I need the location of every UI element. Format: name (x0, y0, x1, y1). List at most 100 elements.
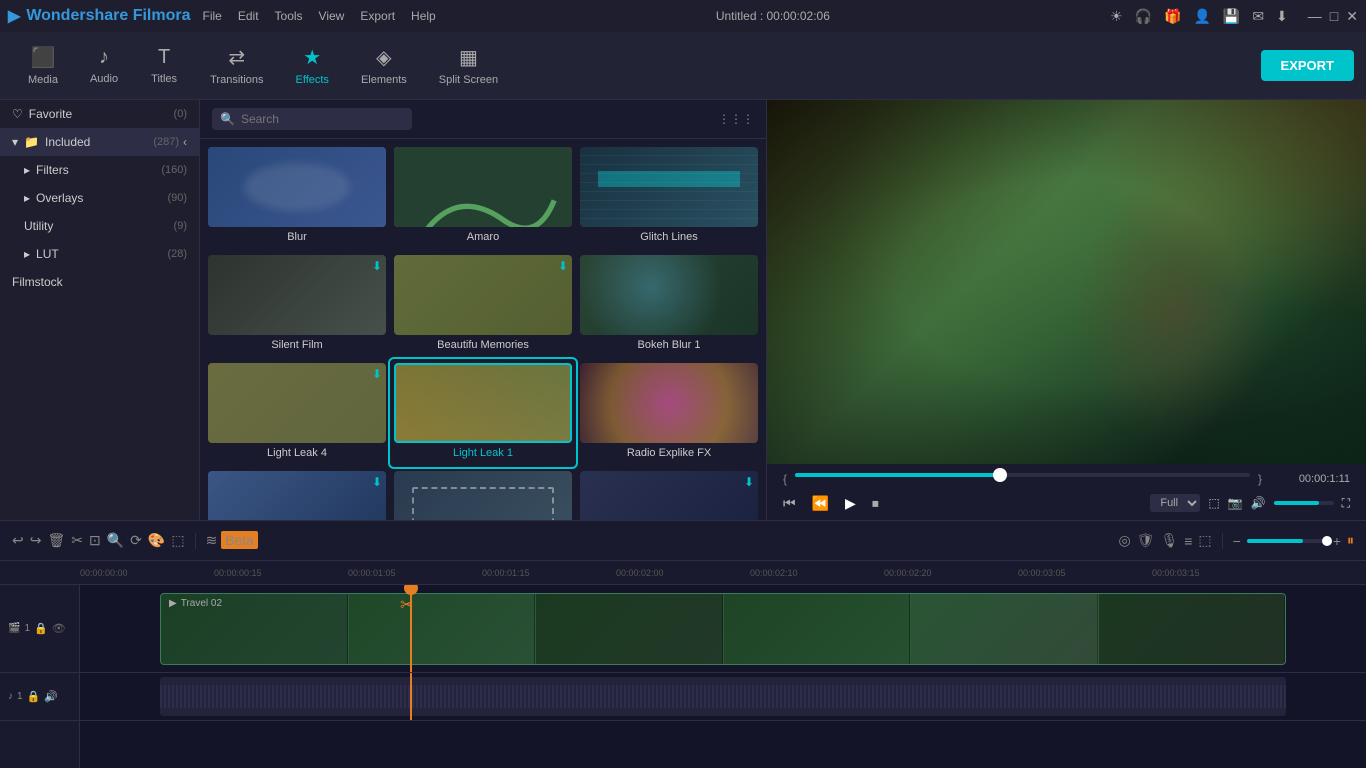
effect-thumb6[interactable]: ⬇ (576, 467, 762, 520)
transform-button[interactable]: ⟳ (130, 532, 142, 549)
playback-row: ⏮ ⏪ ▶ ⏹ Full 1/2 1/4 ⬚ 📷 🔊 (783, 494, 1350, 512)
audio-wave-button[interactable]: ≋ Beta (206, 532, 258, 549)
split-screen-icon: ▦ (459, 45, 478, 70)
menu-view[interactable]: View (319, 9, 345, 23)
gift-icon[interactable]: 🎁 (1164, 8, 1181, 25)
play-button[interactable]: ▶ (845, 495, 856, 512)
sidebar-filters[interactable]: ▸ Filters (160) (0, 156, 199, 184)
select-button[interactable]: ⬚ (171, 532, 184, 549)
prev-frame-button[interactable]: ⏪ (812, 495, 829, 512)
search-input[interactable] (241, 112, 404, 126)
effect-light4[interactable]: ⬇ Light Leak 4 (204, 359, 390, 467)
volume-fill (1274, 501, 1319, 505)
search-box[interactable]: 🔍 (212, 108, 412, 130)
pause-all-button[interactable]: ⏸ (1347, 532, 1354, 549)
toolbar-transitions-label: Transitions (210, 74, 263, 86)
step-back-button[interactable]: ⏮ (783, 495, 796, 512)
track-lock-icon[interactable]: 🔒 (34, 622, 48, 635)
menu-help[interactable]: Help (411, 9, 436, 23)
effect-radio[interactable]: Radio Explike FX (576, 359, 762, 467)
user-icon[interactable]: 👤 (1193, 8, 1210, 25)
beta-badge: Beta (221, 531, 258, 549)
effect-thumb5[interactable] (390, 467, 576, 520)
toolbar: ⬛ Media ♪ Audio T Titles ⇄ Transitions ★… (0, 32, 1366, 100)
stop-button[interactable]: ⏹ (872, 495, 879, 512)
minimize-button[interactable]: — (1308, 8, 1322, 25)
ruler-mark-4: 00:00:02:00 (616, 568, 750, 578)
headphone-icon[interactable]: 🎧 (1135, 8, 1152, 25)
sun-icon[interactable]: ☀ (1110, 8, 1123, 25)
menu-file[interactable]: File (203, 9, 222, 23)
sidebar-overlays[interactable]: ▸ Overlays (90) (0, 184, 199, 212)
zoom-slider[interactable] (1247, 539, 1327, 543)
effect-light1[interactable]: Light Leak 1 (390, 359, 576, 467)
menu-edit[interactable]: Edit (238, 9, 259, 23)
effect-bokeh[interactable]: Bokeh Blur 1 (576, 251, 762, 359)
menu-tools[interactable]: Tools (275, 9, 303, 23)
sidebar-favorite[interactable]: ♡ Favorite (0) (0, 100, 199, 128)
effect-amaro[interactable]: Amaro (390, 143, 576, 251)
volume-icon[interactable]: 🔊 (1251, 496, 1266, 510)
playback-right-controls: Full 1/2 1/4 ⬚ 📷 🔊 ⛶ (1150, 494, 1350, 512)
toolbar-transitions[interactable]: ⇄ Transitions (194, 37, 279, 94)
undo-button[interactable]: ↩ (12, 532, 24, 549)
effect-blur[interactable]: Blur (204, 143, 390, 251)
sidebar-filmstock[interactable]: Filmstock (0, 268, 199, 296)
menu-export[interactable]: Export (360, 9, 395, 23)
main-content: ♡ Favorite (0) ▾ 📁 Included (287) ‹ ▸ Fi… (0, 100, 1366, 520)
effect-thumb6-thumb: ⬇ (580, 471, 758, 520)
toolbar-effects[interactable]: ★ Effects (280, 37, 345, 94)
video-clip-travel[interactable]: ▶ Travel 02 (160, 593, 1286, 665)
shield-button[interactable]: 🛡 (1137, 532, 1155, 549)
effect-silent[interactable]: ⬇ Silent Film (204, 251, 390, 359)
effect-thumb4[interactable]: ⬇ (204, 467, 390, 520)
cut-button[interactable]: ✂ (71, 532, 83, 549)
effects-panel: 🔍 ⋮⋮⋮ Blur Amaro (200, 100, 766, 520)
crop-button[interactable]: ⊡ (89, 532, 101, 549)
sidebar-collapse-icon[interactable]: ‹ (183, 135, 187, 149)
redo-button[interactable]: ↪ (30, 532, 42, 549)
mic-button[interactable]: 🎙 (1160, 532, 1178, 549)
progress-bar[interactable] (795, 473, 1250, 477)
zoom-in-button[interactable]: + (1333, 533, 1341, 549)
color-button[interactable]: 🎨 (148, 532, 165, 549)
quality-select[interactable]: Full 1/2 1/4 (1150, 494, 1200, 512)
zoom-in-timeline-button[interactable]: 🔍 (107, 532, 124, 549)
toolbar-split-screen[interactable]: ▦ Split Screen (423, 37, 514, 94)
track-eye-icon[interactable]: 👁 (52, 622, 66, 635)
audio-icon: ♪ (99, 46, 109, 69)
close-button[interactable]: ✕ (1346, 8, 1358, 25)
sidebar-utility[interactable]: Utility (9) (0, 212, 199, 240)
export-button[interactable]: EXPORT (1261, 50, 1354, 81)
download-icon[interactable]: ⬇ (1276, 8, 1288, 25)
mail-icon[interactable]: ✉ (1252, 8, 1264, 25)
effect-memories[interactable]: ⬇ Beautifu Memories (390, 251, 576, 359)
grid-options-icon[interactable]: ⋮⋮⋮ (718, 112, 754, 126)
subtitle-button[interactable]: ≡ (1184, 533, 1192, 549)
zoom-out-button[interactable]: − (1233, 533, 1241, 549)
preview-mode-icon[interactable]: ⬚ (1208, 496, 1219, 510)
toolbar-media[interactable]: ⬛ Media (12, 37, 74, 94)
toolbar-titles[interactable]: T Titles (134, 38, 194, 93)
audio-mute-icon[interactable]: 🔊 (44, 690, 58, 703)
motion-button[interactable]: ◎ (1118, 532, 1130, 549)
effect-silent-label: Silent Film (208, 335, 386, 355)
maximize-button[interactable]: □ (1330, 8, 1338, 25)
volume-slider[interactable] (1274, 501, 1334, 505)
download-thumb6-icon: ⬇ (744, 475, 754, 489)
fullscreen-icon[interactable]: ⛶ (1342, 496, 1350, 511)
pip-button[interactable]: ⬚ (1198, 532, 1211, 549)
sidebar-lut[interactable]: ▸ LUT (28) (0, 240, 199, 268)
audio-track-number: 1 (17, 691, 23, 702)
toolbar-elements[interactable]: ◈ Elements (345, 37, 423, 94)
effect-glitch[interactable]: Glitch Lines (576, 143, 762, 251)
snapshot-icon[interactable]: 📷 (1228, 496, 1243, 510)
save-icon[interactable]: 💾 (1223, 8, 1240, 25)
trim-start-icon: { (783, 472, 787, 486)
delete-button[interactable]: 🗑 (47, 532, 65, 549)
toolbar-audio[interactable]: ♪ Audio (74, 38, 134, 93)
effect-silent-thumb: ⬇ (208, 255, 386, 335)
sidebar-included[interactable]: ▾ 📁 Included (287) ‹ (0, 128, 199, 156)
audio-lock-icon[interactable]: 🔒 (27, 690, 41, 703)
video-track-icon: 🎬 (8, 623, 20, 634)
